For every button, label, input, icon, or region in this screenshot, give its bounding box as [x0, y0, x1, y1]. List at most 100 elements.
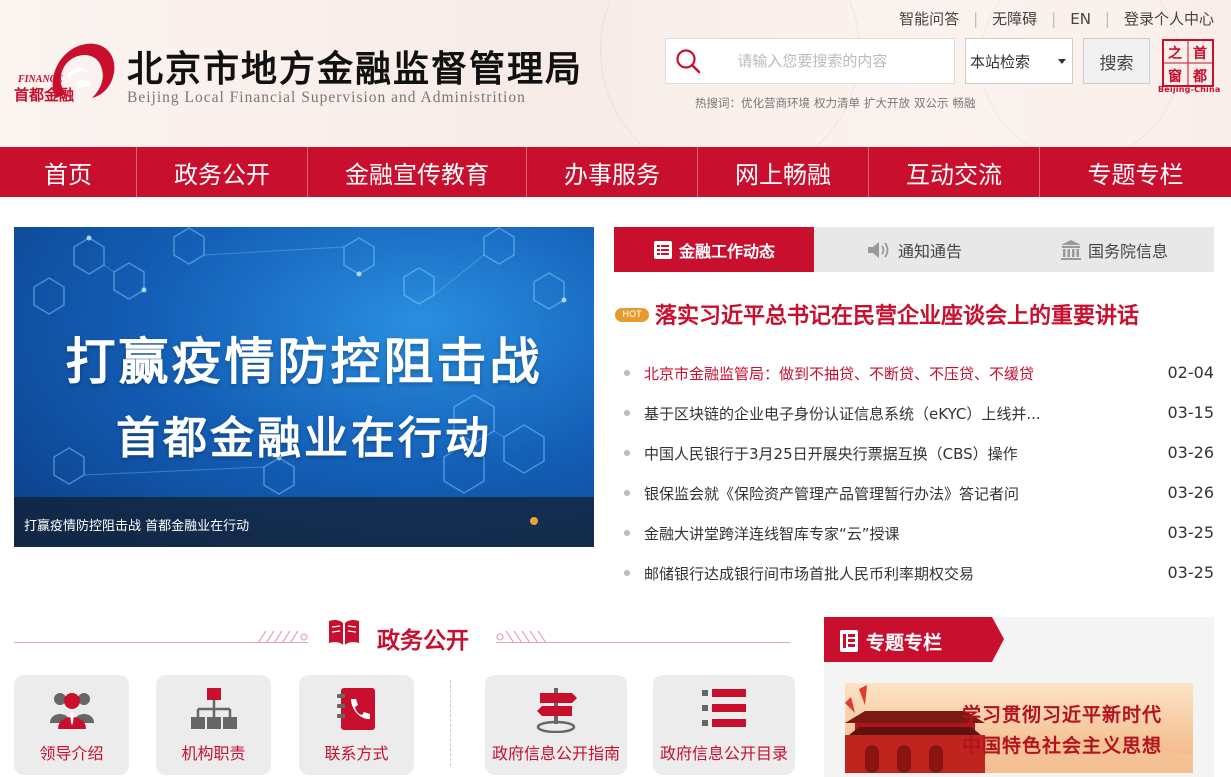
- hotword-link[interactable]: 畅融: [953, 96, 976, 110]
- nav-item-services[interactable]: 办事服务: [527, 147, 698, 197]
- card-label: 联系方式: [324, 744, 389, 763]
- dashed-divider: [450, 680, 451, 766]
- bullet: [624, 370, 630, 376]
- english-link[interactable]: EN: [1070, 10, 1091, 28]
- government-building-icon: [1060, 239, 1082, 261]
- phone-book-icon: [299, 687, 414, 731]
- special-topic-banner-line2: 中国特色社会主义思想: [962, 735, 1163, 757]
- news-title: 北京市金融监管局：做到不抽贷、不断贷、不压贷、不缓贷: [644, 365, 1035, 383]
- special-topic-banner-line1: 学习贯彻习近平新时代: [962, 704, 1163, 726]
- news-item[interactable]: 银保监会就《保险资产管理产品管理暂行办法》答记者问 03-26: [624, 473, 1214, 513]
- news-tabs: 金融工作动态 通知通告 国务院信息: [614, 227, 1214, 272]
- search-button[interactable]: 搜索: [1083, 38, 1150, 84]
- tab-label: 通知通告: [897, 241, 962, 261]
- smart-qa-link[interactable]: 智能问答: [899, 8, 959, 29]
- bullet: [624, 410, 630, 416]
- banner-carousel[interactable]: 打赢疫情防控阻击战 首都金融业在行动 打赢疫情防控阻击战 首都金融业在行动: [14, 227, 594, 547]
- speaker-icon: [866, 239, 892, 261]
- news-item[interactable]: 中国人民银行于3月25日开展央行票据互换（CBS）操作 03-26: [624, 433, 1214, 473]
- svg-text:之: 之: [1168, 45, 1182, 62]
- news-item[interactable]: 基于区块链的企业电子身份认证信息系统（eKYC）上线并... 03-15: [624, 393, 1214, 433]
- card-label: 机构职责: [181, 744, 246, 763]
- search-input[interactable]: [737, 52, 954, 70]
- capital-logo-caption: Beijing-China: [1158, 85, 1221, 94]
- site-header: FINANCE 首都金融 北京市地方金融监督管理局 Beijing Local …: [0, 0, 1231, 147]
- signpost-icon: [485, 687, 627, 733]
- tab-state-council-info[interactable]: 国务院信息: [1014, 227, 1214, 272]
- divider: |: [1051, 9, 1057, 28]
- site-subtitle: Beijing Local Financial Supervision and …: [127, 89, 526, 106]
- banner-headline-line1: 打赢疫情防控阻击战: [65, 333, 543, 391]
- card-label: 政府信息公开指南: [491, 744, 620, 763]
- tab-label: 国务院信息: [1087, 241, 1168, 261]
- news-item[interactable]: 北京市金融监管局：做到不抽贷、不断贷、不压贷、不缓贷 02-04: [624, 353, 1214, 393]
- news-title: 银保监会就《保险资产管理产品管理暂行办法》答记者问: [644, 485, 1020, 503]
- svg-text:都: 都: [1192, 69, 1207, 85]
- search-icon[interactable]: [666, 39, 709, 83]
- hatch-decoration: [257, 630, 308, 644]
- news-item[interactable]: 金融大讲堂跨洋连线智库专家“云”授课 03-25: [624, 513, 1214, 553]
- news-title: 中国人民银行于3月25日开展央行票据互换（CBS）操作: [644, 445, 1018, 463]
- card-contact[interactable]: 联系方式: [299, 675, 414, 775]
- section-title-gov-affairs[interactable]: 政务公开: [377, 621, 469, 655]
- card-label: 政府信息公开目录: [659, 744, 788, 763]
- list-icon: [653, 240, 673, 260]
- tiananmen-gate-icon: [845, 683, 1193, 773]
- news-item[interactable]: 邮储银行达成银行间市场首批人民币利率期权交易 03-25: [624, 553, 1214, 593]
- divider: |: [973, 9, 979, 28]
- card-disclosure-guide[interactable]: 政府信息公开指南: [485, 675, 627, 775]
- nav-item-special-topics[interactable]: 专题专栏: [1040, 147, 1231, 197]
- news-date: 03-25: [1167, 523, 1215, 542]
- carousel-indicator-dot[interactable]: [530, 517, 538, 525]
- hotword-link[interactable]: 双公示: [914, 96, 949, 110]
- hot-search-words: 热搜词：优化营商环境 权力清单 扩大开放 双公示 畅融: [695, 95, 980, 111]
- nav-item-finance-education[interactable]: 金融宣传教育: [308, 147, 527, 197]
- banner-headline-line2: 首都金融业在行动: [116, 413, 492, 464]
- headline-news-link[interactable]: 落实习近平总书记在民营企业座谈会上的重要讲话: [655, 298, 1139, 330]
- nav-item-gov-affairs[interactable]: 政务公开: [137, 147, 308, 197]
- hotword-link[interactable]: 优化营商环境: [741, 96, 810, 110]
- search-scope-select[interactable]: 本站检索: [965, 38, 1073, 84]
- bullet: [624, 490, 630, 496]
- card-org-duties[interactable]: 机构职责: [156, 675, 271, 775]
- top-links: 智能问答 | 无障碍 | EN | 登录个人中心: [899, 8, 1214, 29]
- card-label: 领导介绍: [39, 744, 104, 763]
- news-date: 02-04: [1167, 363, 1215, 382]
- nav-item-interaction[interactable]: 互动交流: [869, 147, 1040, 197]
- hotwords-label: 热搜词：: [695, 96, 741, 110]
- org-chart-icon: [156, 687, 271, 731]
- divider: |: [1104, 9, 1110, 28]
- svg-text:首: 首: [1193, 45, 1207, 62]
- section-title-special-topics[interactable]: 专题专栏: [866, 628, 942, 655]
- leaders-icon: [14, 687, 129, 731]
- logo-text: 首都金融: [14, 86, 75, 104]
- bullet: [624, 530, 630, 536]
- nav-item-online-finance[interactable]: 网上畅融: [698, 147, 869, 197]
- bullet: [624, 450, 630, 456]
- news-title: 邮储银行达成银行间市场首批人民币利率期权交易: [644, 565, 975, 583]
- tab-finance-news[interactable]: 金融工作动态: [614, 227, 814, 272]
- accessibility-link[interactable]: 无障碍: [992, 8, 1037, 29]
- news-date: 03-26: [1167, 483, 1215, 502]
- svg-text:窗: 窗: [1168, 68, 1182, 85]
- nav-item-home[interactable]: 首页: [0, 147, 137, 197]
- bullet: [624, 570, 630, 576]
- card-disclosure-catalog[interactable]: 政府信息公开目录: [653, 675, 795, 775]
- hot-badge: HOT: [615, 308, 649, 322]
- site-title[interactable]: 北京市地方金融监督管理局: [127, 40, 583, 92]
- banner-caption[interactable]: 打赢疫情防控阻击战 首都金融业在行动: [24, 515, 249, 534]
- chevron-down-icon: [1058, 59, 1066, 64]
- special-topic-banner[interactable]: [845, 683, 1193, 773]
- tab-notices[interactable]: 通知通告: [814, 227, 1014, 272]
- news-date: 03-26: [1167, 443, 1215, 462]
- card-leaders[interactable]: 领导介绍: [14, 675, 129, 775]
- news-title: 金融大讲堂跨洋连线智库专家“云”授课: [644, 525, 900, 543]
- hatch-decoration: [496, 630, 547, 644]
- login-link[interactable]: 登录个人中心: [1124, 8, 1214, 29]
- news-title: 基于区块链的企业电子身份认证信息系统（eKYC）上线并...: [644, 405, 1041, 423]
- search-scope-value: 本站检索: [970, 52, 1031, 71]
- hotword-link[interactable]: 权力清单: [814, 96, 860, 110]
- hotword-link[interactable]: 扩大开放: [864, 96, 910, 110]
- tab-label: 金融工作动态: [678, 241, 775, 261]
- main-nav: 首页 政务公开 金融宣传教育 办事服务 网上畅融 互动交流 专题专栏: [0, 147, 1231, 197]
